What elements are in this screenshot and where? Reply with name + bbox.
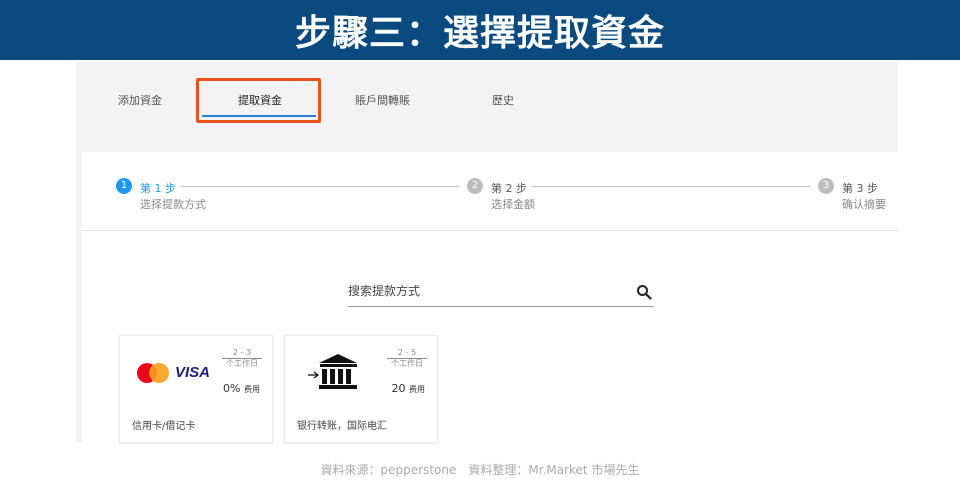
fee-unit: 费用 [244,385,260,394]
step-connector [532,186,810,187]
highlight-box [196,78,321,123]
tab-history[interactable]: 歷史 [492,92,514,108]
step-2-subtitle: 选择金额 [491,198,535,211]
tab-add-funds[interactable]: 添加資金 [118,92,162,108]
method-label: 信用卡/借记卡 [132,421,196,432]
tab-transfer[interactable]: 賬戶間轉賬 [355,92,410,108]
mastercard-logo [137,363,169,383]
step-2-circle: 2 [467,178,483,194]
fee-info: 20 费用 [392,382,426,395]
processing-unit: 个工作日 [226,359,258,368]
source-credit: 資料來源：pepperstone 資料整理：Mr.Market 市場先生 [320,463,640,477]
fee-info: 0% 费用 [223,382,260,395]
step-3-subtitle: 确认摘要 [842,198,886,211]
processing-unit: 个工作日 [391,359,423,368]
step-3-title: 第 3 步 [842,182,878,195]
method-card-bank[interactable]: 2 - 5 个工作日 20 费用 银行转账，国际电汇 [284,335,438,443]
search-icon[interactable] [636,284,652,300]
processing-days: 2 - 5 [387,348,427,359]
stepper: 1 第 1 步 选择提款方式 2 第 2 步 选择金额 3 第 3 步 确认摘要 [82,152,898,231]
step-3-circle: 3 [818,178,834,194]
step-1-subtitle: 选择提款方式 [140,198,206,211]
withdraw-panel: 1 第 1 步 选择提款方式 2 第 2 步 选择金额 3 第 3 步 确认摘要 [82,152,898,443]
tab-bar: 添加資金 提取資金 賬戶間轉賬 歷史 [76,62,898,124]
slide-banner: 步驟三：選擇提取資金 [0,0,960,60]
processing-days: 2 - 3 [222,348,262,359]
method-card-card[interactable]: VISA 2 - 3 个工作日 0% 费用 信用卡/借记卡 [119,335,273,443]
method-label: 银行转账，国际电汇 [297,421,387,432]
step-connector [181,186,459,187]
search-field [348,281,654,307]
app-window: 添加資金 提取資金 賬戶間轉賬 歷史 1 第 1 步 选择提款方式 2 第 2 … [76,62,898,443]
step-1-title: 第 1 步 [140,182,176,195]
fee-value: 20 [391,382,406,395]
bank-icon [308,354,357,389]
processing-time: 2 - 3 个工作日 [222,348,262,369]
fee-value: 0% [223,382,241,395]
banner-title: 步驟三：選擇提取資金 [294,13,665,54]
step-1-circle: 1 [116,178,132,194]
search-input[interactable] [348,284,618,298]
processing-time: 2 - 5 个工作日 [387,348,427,369]
visa-logo: VISA [175,364,211,381]
fee-unit: 费用 [409,385,425,394]
step-2-title: 第 2 步 [491,182,527,195]
